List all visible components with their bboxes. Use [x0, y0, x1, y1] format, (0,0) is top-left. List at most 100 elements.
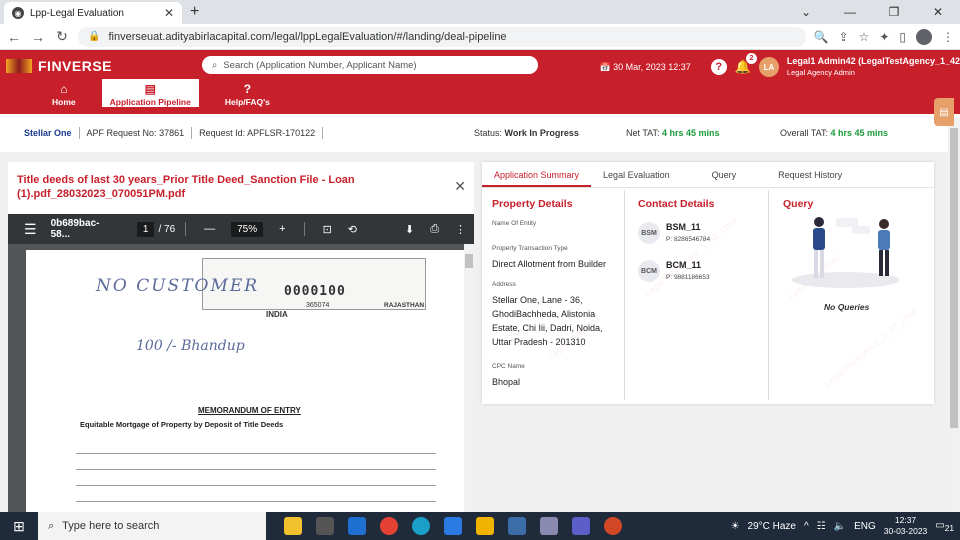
lock-icon[interactable]: 🔒 — [88, 31, 100, 42]
pdf-filename: 0b689bac-58... — [50, 218, 100, 240]
system-clock[interactable]: 12:37 30-03-2023 — [884, 515, 927, 537]
widgets-icon[interactable] — [284, 517, 302, 535]
net-tat-field: Net TAT: 4 hrs 45 mins — [626, 128, 720, 138]
outlook-icon[interactable] — [348, 517, 366, 535]
summary-tabs: Application Summary Legal Evaluation Que… — [482, 162, 934, 188]
tab-application-summary[interactable]: Application Summary — [482, 162, 592, 187]
back-icon[interactable]: ← — [6, 29, 22, 45]
new-tab-button[interactable]: + — [190, 2, 199, 24]
browser-tab[interactable]: ◉ Lpp-Legal Evaluation ✕ — [4, 2, 182, 24]
extensions-icon[interactable]: ✦ — [879, 30, 889, 44]
forward-icon[interactable]: → — [30, 29, 46, 45]
page-number-input[interactable]: 1 — [136, 221, 155, 237]
notification-bell-icon[interactable]: 🔔 2 — [735, 53, 757, 75]
pdf-scrollbar[interactable] — [464, 244, 474, 512]
url-bar[interactable]: 🔒 finverseuat.adityabirlacapital.com/leg… — [78, 26, 806, 47]
document-viewer-panel: Title deeds of last 30 years_Prior Title… — [8, 162, 474, 512]
scrollbar-thumb[interactable] — [465, 254, 473, 268]
nav-home[interactable]: ⌂ Home — [48, 80, 80, 109]
nav-application-pipeline[interactable]: ▤ Application Pipeline — [101, 79, 199, 107]
close-tab-icon[interactable]: ✕ — [164, 6, 174, 20]
rotate-icon[interactable]: ⟲ — [348, 223, 357, 236]
language-indicator[interactable]: ENG — [854, 521, 876, 532]
teams-icon[interactable] — [572, 517, 590, 535]
close-document-icon[interactable]: ✕ — [454, 178, 466, 195]
internet-explorer-icon[interactable] — [444, 517, 462, 535]
watermark: LegalTestAgency_1_42_User — [822, 305, 920, 389]
request-info-bar: Stellar One APF Request No: 37861 Reques… — [0, 114, 960, 152]
calculator-icon[interactable] — [508, 517, 526, 535]
form-line — [76, 440, 436, 454]
network-icon[interactable]: ☷ — [817, 521, 826, 532]
weather-text[interactable]: 29°C Haze — [748, 521, 796, 532]
application-search-input[interactable]: ⌕ Search (Application Number, Applicant … — [202, 56, 538, 74]
tray-overflow-icon[interactable]: ^ — [804, 521, 809, 532]
divider — [78, 127, 80, 139]
task-view-icon[interactable] — [316, 517, 334, 535]
file-explorer-icon[interactable] — [476, 517, 494, 535]
contact-avatar: BSM — [638, 222, 660, 244]
user-info[interactable]: Legal1 Admin42 (LegalTestAgency_1_42 Leg… — [787, 56, 960, 78]
chevron-down-icon[interactable]: ⌄ — [784, 0, 828, 24]
column-divider — [768, 190, 769, 400]
zoom-in-icon[interactable]: + — [279, 223, 285, 235]
main-nav: ⌂ Home ▤ Application Pipeline ? Help/FAQ… — [48, 79, 274, 109]
form-line — [76, 472, 436, 486]
edge-icon[interactable] — [412, 517, 430, 535]
finverse-logo[interactable]: FINVERSE — [6, 58, 112, 74]
print-icon[interactable]: ⎙ — [430, 223, 439, 236]
pinned-apps — [284, 517, 622, 535]
sidepanel-icon[interactable]: ▯ — [899, 30, 906, 44]
divider — [322, 127, 324, 139]
search-icon: ⌕ — [212, 59, 218, 71]
stamp-state: RAJASTHAN — [384, 302, 425, 309]
close-window-button[interactable]: ✕ — [916, 0, 960, 24]
form-lines — [76, 440, 436, 504]
reload-icon[interactable]: ↻ — [54, 28, 70, 45]
notification-count: 21 — [944, 522, 954, 533]
user-avatar[interactable]: LA — [758, 57, 779, 77]
powerpoint-icon[interactable] — [604, 517, 622, 535]
chrome-icon[interactable] — [380, 517, 398, 535]
taskbar-search-input[interactable]: ⌕ Type here to search — [38, 512, 266, 540]
transaction-value: Direct Allotment from Builder — [492, 259, 607, 269]
volume-icon[interactable]: 🔈 — [834, 521, 846, 532]
zoom-icon[interactable]: 🔍 — [814, 30, 829, 44]
pdf-canvas[interactable]: 0000100 365074 RAJASTHAN INDIA NO CUSTOM… — [8, 244, 474, 512]
property-details-heading: Property Details — [492, 198, 573, 210]
clock-date: 30-03-2023 — [883, 526, 928, 536]
profile-avatar[interactable] — [916, 28, 932, 45]
weather-icon[interactable]: ☀ — [731, 521, 740, 532]
page-scrollbar-thumb[interactable] — [950, 128, 958, 428]
zoom-out-icon[interactable]: — — [204, 223, 215, 235]
overall-tat-value: 4 hrs 45 mins — [830, 128, 889, 138]
restore-button[interactable]: ❐ — [872, 0, 916, 24]
property-details: Name Of Entity Property Transaction Type… — [492, 214, 622, 389]
document-list-icon: ▤ — [939, 106, 949, 118]
help-icon[interactable]: ? — [710, 59, 727, 75]
contact-card: BCM BCM_11 P: 9881186653 — [638, 260, 710, 282]
tab-request-history[interactable]: Request History — [766, 162, 854, 187]
bookmark-star-icon[interactable]: ☆ — [859, 30, 870, 44]
menu-kebab-icon[interactable]: ⋮ — [942, 30, 954, 44]
fit-page-icon[interactable]: ⊡ — [323, 223, 332, 236]
share-icon[interactable]: ⇪ — [839, 30, 849, 44]
minimize-button[interactable]: — — [828, 0, 872, 24]
divider — [303, 222, 305, 236]
app-icon[interactable] — [540, 517, 558, 535]
side-drawer-toggle[interactable]: ▤ — [934, 98, 954, 126]
search-icon: ⌕ — [48, 519, 55, 532]
download-icon[interactable]: ⬇ — [405, 223, 414, 236]
menu-icon[interactable]: ☰ — [24, 221, 37, 238]
cpc-label: CPC Name — [492, 363, 525, 370]
contact-avatar: BCM — [638, 260, 660, 282]
windows-start-icon[interactable]: ⊞ — [0, 518, 38, 535]
tab-legal-evaluation[interactable]: Legal Evaluation — [591, 162, 682, 187]
tab-query[interactable]: Query — [700, 162, 749, 187]
more-options-icon[interactable]: ⋮ — [455, 223, 466, 236]
page-scrollbar[interactable] — [948, 118, 960, 512]
zoom-level-input[interactable]: 75% — [231, 221, 264, 237]
nav-help[interactable]: ? Help/FAQ's — [221, 80, 274, 109]
notification-center-icon[interactable]: ▭21 — [935, 520, 954, 533]
windows-taskbar: ⊞ ⌕ Type here to search ☀ 29°C Haze ^ ☷ … — [0, 512, 960, 540]
